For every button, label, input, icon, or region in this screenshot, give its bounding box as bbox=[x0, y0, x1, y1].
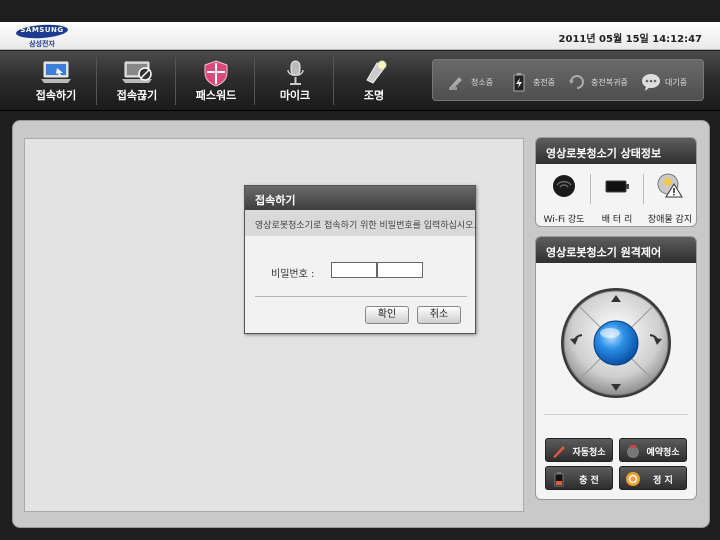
wifi-icon bbox=[553, 175, 575, 197]
samsung-logo: SAMSUNG 삼성전자 bbox=[15, 23, 69, 48]
dialog-message: 영상로봇청소기로 접속하기 위한 비밀번호를 입력하십시오. bbox=[245, 210, 476, 236]
schedule-clean-button[interactable]: 예약청소 bbox=[619, 438, 687, 462]
password-field-2[interactable] bbox=[377, 262, 423, 278]
password-field-1[interactable] bbox=[331, 262, 377, 278]
battery-icon bbox=[605, 180, 629, 193]
dialog-divider bbox=[255, 296, 467, 297]
dialog-title: 접속하기 bbox=[245, 186, 475, 210]
auto-clean-button[interactable]: 자동청소 bbox=[545, 438, 613, 462]
connect-dialog: 접속하기 영상로봇청소기로 접속하기 위한 비밀번호를 입력하십시오. 비밀번호… bbox=[244, 185, 476, 334]
obstacle-warning-icon bbox=[657, 173, 683, 198]
main-toolbar: 접속하기 접속끊기 패스워드 마이크 조명 청소중 충전중 충전복귀중 대기중 bbox=[0, 51, 720, 111]
robot-state-indicators: 청소중 충전중 충전복귀중 대기중 bbox=[432, 59, 704, 101]
password-button[interactable]: 패스워드 bbox=[177, 51, 255, 111]
top-bar: SAMSUNG 삼성전자 2011년 05월 15일 14:12:47 bbox=[0, 22, 720, 50]
auto-clean-icon bbox=[553, 446, 565, 458]
app-window: SAMSUNG 삼성전자 2011년 05월 15일 14:12:47 접속하기 bbox=[0, 0, 720, 540]
light-button[interactable]: 조명 bbox=[335, 51, 413, 111]
stop-icon bbox=[626, 472, 640, 486]
microphone-button[interactable]: 마이크 bbox=[256, 51, 334, 111]
cancel-button[interactable]: 취소 bbox=[417, 306, 461, 324]
connect-button[interactable]: 접속하기 bbox=[17, 51, 95, 111]
password-label: 비밀번호 : bbox=[271, 269, 315, 280]
direction-pad[interactable] bbox=[558, 285, 674, 401]
disconnect-button[interactable]: 접속끊기 bbox=[98, 51, 176, 111]
battery-status: 배 터 리 bbox=[591, 172, 643, 225]
laptop-disconnect-icon bbox=[122, 61, 152, 83]
charge-button[interactable]: 충 전 bbox=[545, 466, 613, 490]
return-icon bbox=[569, 75, 584, 89]
status-panel: 영상로봇청소기 상태정보 Wi-Fi 강도 배 터 리 장애물 감지 bbox=[535, 137, 697, 227]
confirm-button[interactable]: 확인 bbox=[365, 306, 409, 324]
charging-icon bbox=[513, 73, 525, 92]
microphone-icon bbox=[287, 60, 304, 85]
status-panel-title: 영상로봇청소기 상태정보 bbox=[536, 138, 696, 164]
schedule-clean-icon bbox=[627, 445, 639, 458]
shield-icon bbox=[204, 60, 228, 87]
stop-button[interactable]: 정 지 bbox=[619, 466, 687, 490]
laptop-connect-icon bbox=[41, 61, 71, 83]
standby-icon bbox=[642, 74, 660, 91]
vacuum-icon bbox=[449, 77, 462, 90]
remote-control-panel: 영상로봇청소기 원격제어 자동청소 예약청소 충 전 정 지 bbox=[535, 236, 697, 500]
obstacle-detection: 장애물 감지 bbox=[644, 172, 696, 225]
charge-icon bbox=[554, 472, 564, 487]
control-divider bbox=[544, 414, 688, 415]
datetime-display: 2011년 05월 15일 14:12:47 bbox=[558, 34, 702, 45]
wifi-strength: Wi-Fi 강도 bbox=[538, 172, 590, 225]
control-panel-title: 영상로봇청소기 원격제어 bbox=[536, 237, 696, 263]
flashlight-icon bbox=[366, 60, 387, 84]
